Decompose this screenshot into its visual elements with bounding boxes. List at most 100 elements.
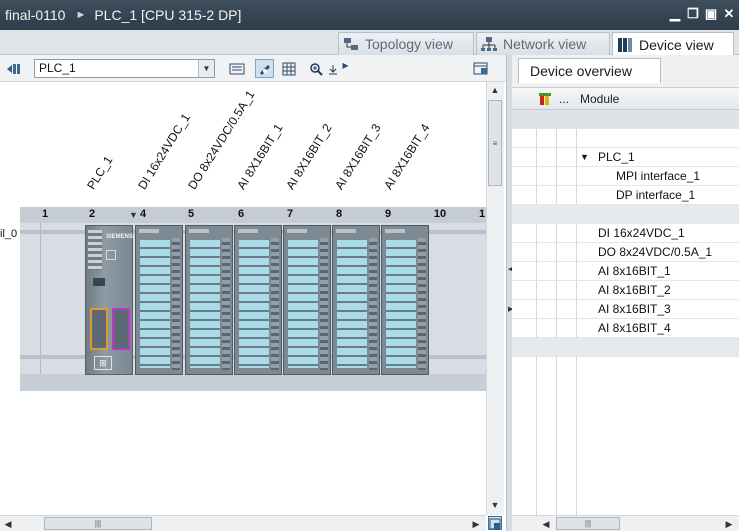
slot-number: 4 xyxy=(139,208,147,220)
row-label: AI 8x16BIT_4 xyxy=(598,321,671,335)
scroll-right-icon[interactable]: ▶ xyxy=(468,516,484,531)
view-tab-bar: Topology view Network view Device view xyxy=(0,30,739,56)
tab-device-view[interactable]: Device view xyxy=(612,32,734,56)
scroll-left-icon[interactable]: ◀ xyxy=(538,516,554,531)
row-label: AI 8x16BIT_1 xyxy=(598,264,671,278)
table-row[interactable]: DO 8x24VDC/0.5A_1 xyxy=(512,243,739,262)
slot-number: 10 xyxy=(433,208,447,220)
tab-network-view[interactable]: Network view xyxy=(476,32,610,55)
rack-label-di[interactable]: DI 16x24VDC_1 xyxy=(135,111,193,192)
table-row[interactable]: AI 8x16BIT_2 xyxy=(512,281,739,300)
overview-horizontal-scrollbar[interactable]: ◀ ||| ▶ xyxy=(512,515,739,531)
row-label: DO 8x24VDC/0.5A_1 xyxy=(598,245,713,259)
rack-label-ai-4[interactable]: AI 8X16BIT_4 xyxy=(381,121,432,192)
module-di-16x24vdc[interactable] xyxy=(135,225,183,375)
panel-settings-icon[interactable] xyxy=(471,59,490,78)
horizontal-scroll-thumb[interactable]: ||| xyxy=(44,517,152,530)
module-ai-8x16bit-1[interactable] xyxy=(234,225,282,375)
column-header-dots[interactable]: ... xyxy=(559,92,569,106)
device-title: PLC_1 [CPU 315-2 DP] xyxy=(94,7,242,23)
scroll-left-icon[interactable]: ◀ xyxy=(0,516,16,531)
maximize-button[interactable]: ▣ xyxy=(704,7,718,21)
toggle-overview-icon[interactable] xyxy=(4,59,23,78)
table-row[interactable]: AI 8x16BIT_3 xyxy=(512,300,739,319)
breadcrumb-arrow-icon: ► xyxy=(75,9,87,21)
row-label: AI 8x16BIT_2 xyxy=(598,283,671,297)
device-overview-table: ... Module ▼ PLC_1 MPI interface_1 DP in… xyxy=(512,87,739,516)
title-bar: final-0110 ► PLC_1 [CPU 315-2 DP] ▁ ❐ ▣ … xyxy=(0,0,739,30)
table-row[interactable]: DP interface_1 xyxy=(512,186,739,205)
device-select[interactable]: PLC_1 ▼ xyxy=(34,59,215,78)
slot-number: 2 xyxy=(88,208,96,220)
table-header: ... Module xyxy=(512,88,739,110)
diagnostics-icon xyxy=(537,91,553,110)
table-row[interactable] xyxy=(512,110,739,129)
device-toolbar: PLC_1 ▼ ▸ xyxy=(0,55,506,82)
module-ai-8x16bit-2[interactable] xyxy=(283,225,331,375)
rack-base xyxy=(20,374,486,391)
scroll-right-icon[interactable]: ▶ xyxy=(721,516,737,531)
module-ai-8x16bit-4[interactable] xyxy=(381,225,429,375)
device-view-area: PLC_1 ▼ ▸ PLC_1 DI 16x24VDC_1 DO 8x24VDC… xyxy=(0,55,506,531)
scroll-up-icon[interactable]: ▲ xyxy=(487,82,503,98)
table-row[interactable]: MPI interface_1 xyxy=(512,167,739,186)
row-label: DI 16x24VDC_1 xyxy=(598,226,685,240)
topology-icon xyxy=(343,36,359,52)
slot-number: 1 xyxy=(41,208,49,220)
module-do-8x24vdc[interactable] xyxy=(185,225,233,375)
row-label: DP interface_1 xyxy=(616,188,696,202)
memory-card-icon: ⊞ xyxy=(94,356,112,370)
navigation-overview-icon[interactable] xyxy=(488,516,502,530)
minimize-button[interactable]: ▁ xyxy=(668,7,682,21)
close-button[interactable]: ✕ xyxy=(722,7,736,21)
table-row[interactable] xyxy=(512,129,739,148)
row-label: AI 8x16BIT_3 xyxy=(598,302,671,316)
mode-switch-icon xyxy=(93,278,105,286)
rack-label-plc[interactable]: PLC_1 xyxy=(84,153,115,192)
horizontal-scrollbar[interactable]: ◀ ||| ▶ xyxy=(0,515,486,531)
table-row[interactable] xyxy=(512,338,739,357)
table-row[interactable]: AI 8x16BIT_4 xyxy=(512,319,739,338)
row-label: PLC_1 xyxy=(598,150,635,164)
slot-number: 7 xyxy=(286,208,294,220)
device-select-value: PLC_1 xyxy=(39,61,76,75)
restore-button[interactable]: ❐ xyxy=(686,7,700,21)
scroll-down-icon[interactable]: ▼ xyxy=(487,497,503,513)
tab-network-label: Network view xyxy=(503,36,587,52)
rack-canvas: PLC_1 DI 16x24VDC_1 DO 8x24VDC/0.5A_1 AI… xyxy=(0,82,486,515)
module-ai-8x16bit-3[interactable] xyxy=(332,225,380,375)
table-row[interactable]: ▼ PLC_1 xyxy=(512,148,739,167)
tab-device-overview[interactable]: Device overview xyxy=(518,58,661,83)
overview-scroll-thumb[interactable]: ||| xyxy=(556,517,620,530)
table-row[interactable]: DI 16x24VDC_1 xyxy=(512,224,739,243)
chevron-down-icon[interactable]: ▼ xyxy=(198,60,214,77)
cpu-status-leds xyxy=(88,230,102,270)
slot-divider xyxy=(40,223,41,374)
grid-icon[interactable] xyxy=(279,59,298,78)
rack-label-ai-3[interactable]: AI 8X16BIT_3 xyxy=(332,121,383,192)
expand-triangle-icon[interactable]: ▼ xyxy=(580,148,589,166)
rack-view-icon[interactable] xyxy=(227,59,246,78)
table-row[interactable] xyxy=(512,205,739,224)
show-labels-icon[interactable] xyxy=(255,59,274,78)
table-row[interactable]: AI 8x16BIT_1 xyxy=(512,262,739,281)
cpu-module[interactable]: SIEMENS ⊞ xyxy=(85,225,133,375)
tab-device-label: Device view xyxy=(639,36,714,53)
slot-number: 9 xyxy=(384,208,392,220)
device-icon xyxy=(617,37,633,53)
device-overview-panel: Device overview ... Module ▼ PLC_1 MPI i… xyxy=(512,55,739,531)
rack-label-ai-2[interactable]: AI 8X16BIT_2 xyxy=(283,121,334,192)
vertical-scroll-thumb[interactable]: ≡ xyxy=(488,100,502,186)
column-header-module[interactable]: Module xyxy=(580,92,619,106)
slot-number: 6 xyxy=(237,208,245,220)
rack-label-ai-1[interactable]: AI 8X16BIT_1 xyxy=(234,121,285,192)
slot-number: 1 xyxy=(478,208,486,220)
row-label: MPI interface_1 xyxy=(616,169,701,183)
dp-port-icon xyxy=(112,308,130,350)
more-tools-arrow-icon[interactable]: ▸ xyxy=(336,55,355,74)
cpu-key-switch-icon xyxy=(106,250,116,260)
vertical-scrollbar[interactable]: ▲ ≡ ▼ xyxy=(486,82,504,515)
rail-label: il_0 xyxy=(0,228,18,240)
device-configuration-window: final-0110 ► PLC_1 [CPU 315-2 DP] ▁ ❐ ▣ … xyxy=(0,0,739,531)
tab-topology-view[interactable]: Topology view xyxy=(338,32,474,55)
